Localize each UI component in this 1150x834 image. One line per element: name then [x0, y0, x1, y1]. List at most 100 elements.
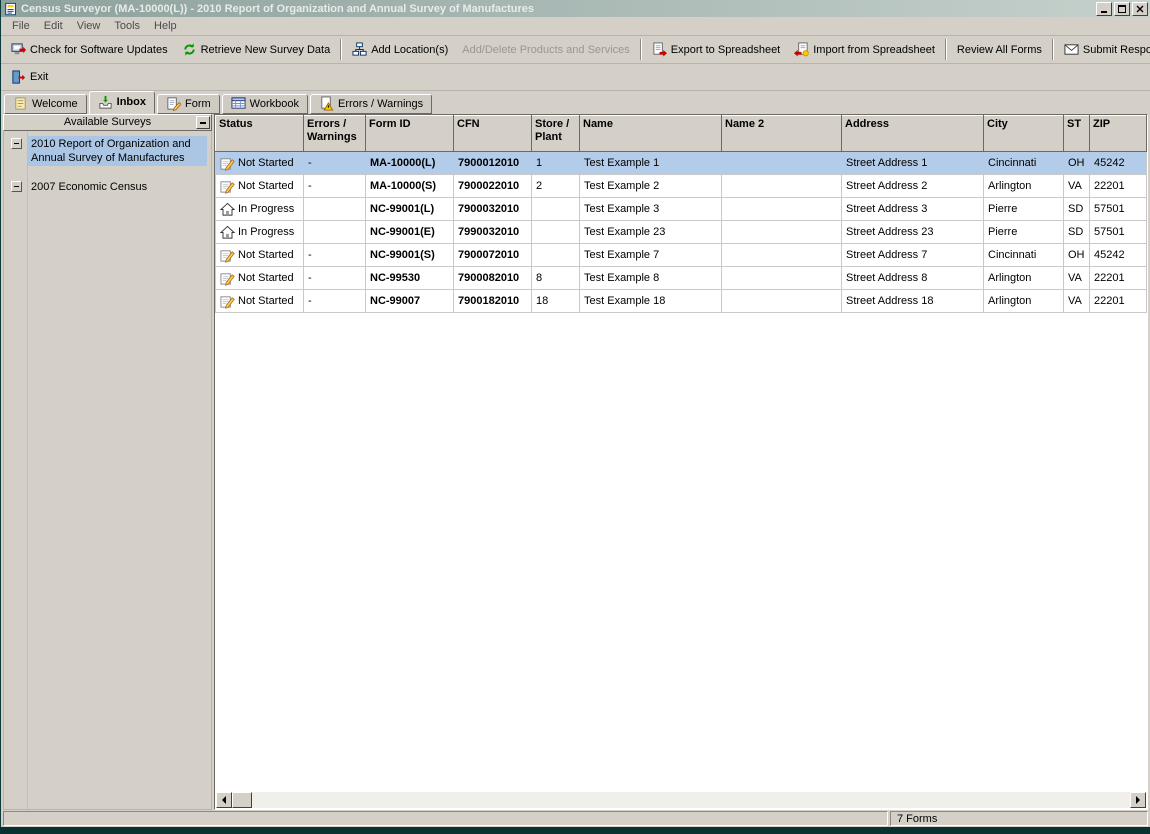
tab-label: Errors / Warnings [338, 98, 423, 110]
toolbar-button-submit-responses[interactable]: Submit Responses [1057, 38, 1150, 62]
exit-button[interactable]: Exit [4, 65, 55, 89]
cell-st: SD [1064, 198, 1090, 221]
scroll-right-button[interactable] [1130, 792, 1146, 808]
cell-st: OH [1064, 244, 1090, 267]
table-row-6[interactable]: Not Started-NC-9953079000820108Test Exam… [216, 267, 1147, 290]
toolbar-button-import-from-spreadsheet[interactable]: Import from Spreadsheet [787, 38, 942, 62]
toolbar-button-export-to-spreadsheet[interactable]: Export to Spreadsheet [645, 38, 787, 62]
table-row-1[interactable]: Not Started-MA-10000(L)79000120101Test E… [216, 152, 1147, 175]
cell-form-id: NC-99530 [366, 267, 454, 290]
cell-errors-warnings: - [304, 244, 366, 267]
inbox-icon [98, 95, 113, 110]
window-title: Census Surveyor (MA-10000(L)) - 2010 Rep… [21, 3, 1094, 15]
exit-icon [11, 70, 26, 85]
table-row-4[interactable]: In ProgressNC-99001(E)7990032010Test Exa… [216, 221, 1147, 244]
collapse-icon[interactable] [11, 138, 22, 149]
minimize-button[interactable] [1096, 2, 1112, 16]
maximize-button[interactable] [1114, 2, 1130, 16]
cell-city: Arlington [984, 290, 1064, 313]
menu-tools[interactable]: Tools [107, 18, 147, 34]
tab-errors-warnings[interactable]: Errors / Warnings [310, 94, 432, 114]
cell-errors-warnings: - [304, 152, 366, 175]
minimize-icon [1101, 11, 1107, 13]
column-header-status[interactable]: Status [216, 116, 304, 152]
errors-warnings-icon [319, 96, 334, 111]
scrollbar-thumb[interactable] [232, 792, 252, 808]
survey-item-label[interactable]: 2010 Report of Organization and Annual S… [28, 136, 207, 166]
cell-name: Test Example 1 [580, 152, 722, 175]
column-header-name-2[interactable]: Name 2 [722, 116, 842, 152]
workbook-icon [231, 96, 246, 111]
column-header-errors-warnings[interactable]: Errors / Warnings [304, 116, 366, 152]
status-label: Not Started [238, 295, 294, 307]
software-updates-icon [11, 42, 26, 57]
panel-collapse-button[interactable] [196, 116, 210, 129]
menu-file[interactable]: File [5, 18, 37, 34]
tab-label: Workbook [250, 98, 299, 110]
submit-responses-icon [1064, 42, 1079, 57]
tab-welcome[interactable]: Welcome [4, 94, 87, 114]
toolbar-button-label: Submit Responses [1083, 44, 1150, 56]
cell-store-plant: 2 [532, 175, 580, 198]
toolbar-button-add-location-s[interactable]: Add Location(s) [345, 38, 455, 62]
table-row-7[interactable]: Not Started-NC-99007790018201018Test Exa… [216, 290, 1147, 313]
tab-inbox[interactable]: Inbox [89, 91, 155, 114]
table-row-2[interactable]: Not Started-MA-10000(S)79000220102Test E… [216, 175, 1147, 198]
cell-store-plant: 18 [532, 290, 580, 313]
cell-address: Street Address 8 [842, 267, 984, 290]
cell-city: Arlington [984, 175, 1064, 198]
status-panel-main [3, 811, 888, 826]
tab-workbook[interactable]: Workbook [222, 94, 308, 114]
horizontal-scrollbar[interactable] [216, 792, 1146, 808]
export-spreadsheet-icon [652, 42, 667, 57]
cell-errors-warnings: - [304, 290, 366, 313]
cell-cfn: 7990032010 [454, 221, 532, 244]
cell-city: Arlington [984, 267, 1064, 290]
cell-st: VA [1064, 267, 1090, 290]
toolbar-button-review-all-forms[interactable]: Review All Forms [950, 38, 1049, 62]
column-header-form-id[interactable]: Form ID [366, 116, 454, 152]
status-cell: Not Started [220, 179, 299, 194]
status-label: Not Started [238, 157, 294, 169]
column-header-address[interactable]: Address [842, 116, 984, 152]
column-header-cfn[interactable]: CFN [454, 116, 532, 152]
column-header-city[interactable]: City [984, 116, 1064, 152]
column-header-zip[interactable]: ZIP [1090, 116, 1147, 152]
menu-view[interactable]: View [70, 18, 108, 34]
table-row-3[interactable]: In ProgressNC-99001(L)7900032010Test Exa… [216, 198, 1147, 221]
status-cell: In Progress [220, 202, 299, 217]
collapse-icon[interactable] [11, 181, 22, 192]
menu-help[interactable]: Help [147, 18, 184, 34]
column-header-store-plant[interactable]: Store / Plant [532, 116, 580, 152]
column-header-name[interactable]: Name [580, 116, 722, 152]
scrollbar-track[interactable] [252, 792, 1130, 808]
cell-zip: 45242 [1090, 152, 1147, 175]
toolbar-button-retrieve-new-survey-data[interactable]: Retrieve New Survey Data [175, 38, 338, 62]
status-cell: Not Started [220, 271, 299, 286]
column-header-st[interactable]: ST [1064, 116, 1090, 152]
cell-cfn: 7900182010 [454, 290, 532, 313]
tab-form[interactable]: Form [157, 94, 220, 114]
status-label: In Progress [238, 203, 294, 215]
cell-status: In Progress [216, 198, 304, 221]
cell-errors-warnings: - [304, 267, 366, 290]
survey-item-label[interactable]: 2007 Economic Census [28, 179, 207, 195]
cell-zip: 22201 [1090, 267, 1147, 290]
toolbar-button-label: Retrieve New Survey Data [201, 44, 331, 56]
cell-city: Cincinnati [984, 244, 1064, 267]
scroll-left-button[interactable] [216, 792, 232, 808]
cell-zip: 22201 [1090, 175, 1147, 198]
cell-cfn: 7900082010 [454, 267, 532, 290]
table-row-5[interactable]: Not Started-NC-99001(S)7900072010Test Ex… [216, 244, 1147, 267]
survey-tree: 2010 Report of Organization and Annual S… [3, 131, 212, 810]
title-bar[interactable]: Census Surveyor (MA-10000(L)) - 2010 Rep… [1, 0, 1150, 17]
cell-zip: 45242 [1090, 244, 1147, 267]
cell-status: Not Started [216, 175, 304, 198]
welcome-icon [13, 96, 28, 111]
import-spreadsheet-icon [794, 42, 809, 57]
menu-edit[interactable]: Edit [37, 18, 70, 34]
toolbar-button-check-for-software-updates[interactable]: Check for Software Updates [4, 38, 175, 62]
close-button[interactable] [1132, 2, 1148, 16]
cell-address: Street Address 2 [842, 175, 984, 198]
cell-address: Street Address 23 [842, 221, 984, 244]
